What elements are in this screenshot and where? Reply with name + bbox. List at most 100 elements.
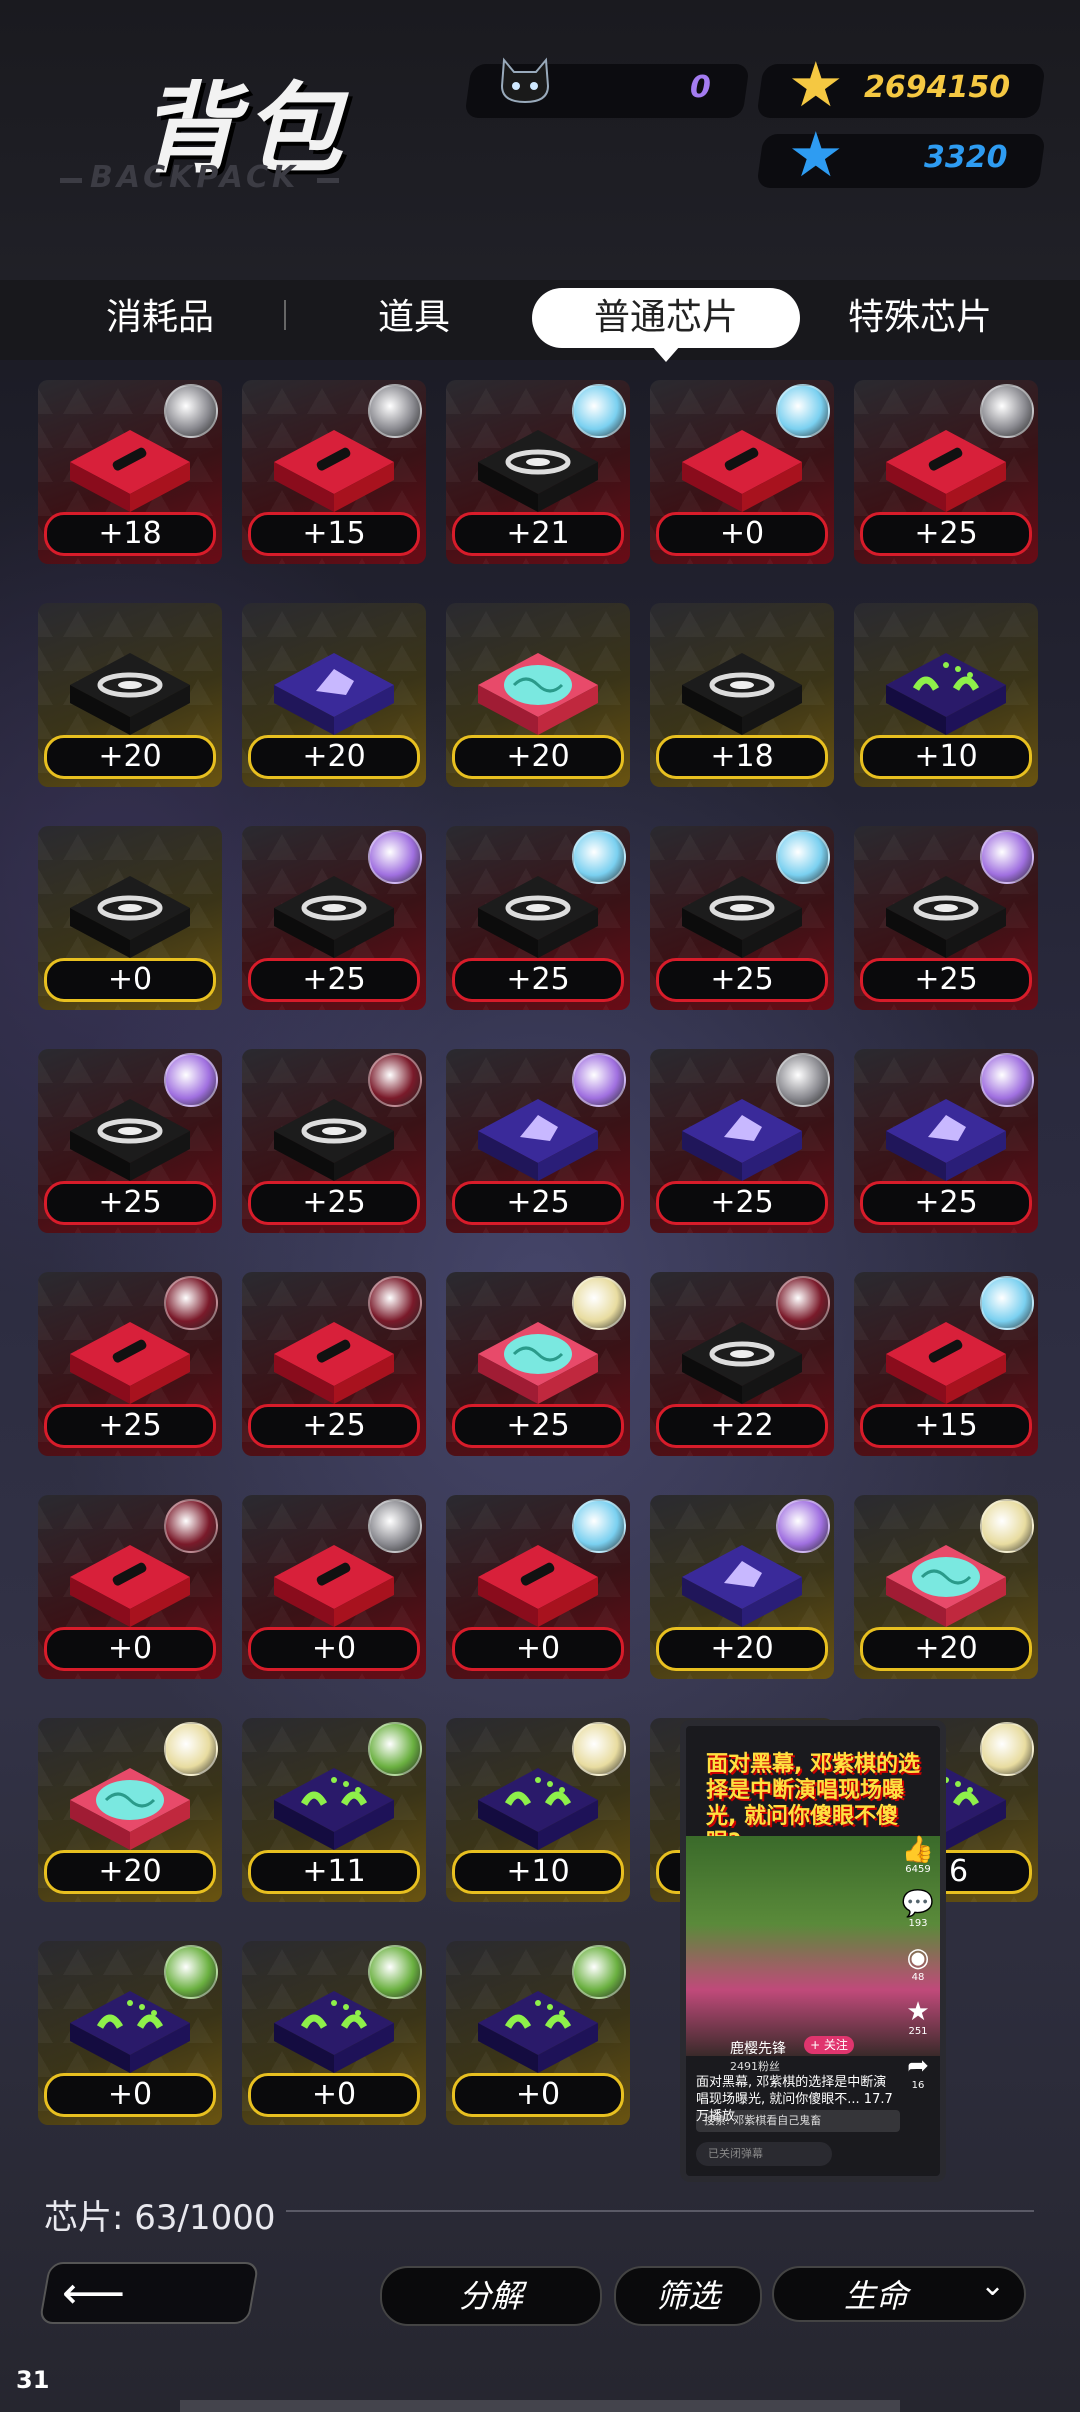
- favorite-stat[interactable]: ★ 251: [900, 1998, 936, 2037]
- bottom-strip: [180, 2400, 900, 2412]
- chip-card[interactable]: +25: [242, 1049, 426, 1233]
- like-stat[interactable]: 👍 6459: [900, 1836, 936, 1875]
- chip-card[interactable]: +25: [650, 826, 834, 1010]
- chip-level-label: +25: [452, 1181, 624, 1225]
- chip-card[interactable]: +0: [38, 1941, 222, 2125]
- chip-level-label: +0: [248, 1627, 420, 1671]
- chip-card[interactable]: +25: [38, 1272, 222, 1456]
- chip-card[interactable]: +25: [242, 1272, 426, 1456]
- chip-level-label: +15: [248, 512, 420, 556]
- chip-card[interactable]: +21: [446, 380, 630, 564]
- comment-input[interactable]: 已关闭弹幕: [696, 2142, 832, 2166]
- chip-level-label: +25: [860, 958, 1032, 1002]
- blonde-badge: [980, 1722, 1034, 1776]
- purple-badge: [368, 830, 422, 884]
- crimson-badge: [368, 1276, 422, 1330]
- wave-icon: [876, 643, 1016, 743]
- like-icon: 👍: [901, 1835, 935, 1865]
- chip-card[interactable]: +20: [38, 603, 222, 787]
- chip-card[interactable]: +11: [242, 1718, 426, 1902]
- chip-count: 芯片: 63/1000: [44, 2198, 276, 2238]
- chip-card[interactable]: +25: [854, 380, 1038, 564]
- chip-card[interactable]: +0: [446, 1495, 630, 1679]
- chip-card[interactable]: +20: [650, 1495, 834, 1679]
- chip-card[interactable]: +20: [854, 1495, 1038, 1679]
- chip-level-label: +20: [452, 735, 624, 779]
- chip-card[interactable]: +10: [446, 1718, 630, 1902]
- green-badge: [368, 1945, 422, 1999]
- chip-card[interactable]: +20: [446, 603, 630, 787]
- chip-level-label: +18: [44, 512, 216, 556]
- chip-level-label: +25: [860, 512, 1032, 556]
- chip-level-label: +25: [248, 1181, 420, 1225]
- chip-card[interactable]: +10: [854, 603, 1038, 787]
- chip-card[interactable]: +15: [854, 1272, 1038, 1456]
- chip-level-label: +20: [860, 1627, 1032, 1671]
- chip-level-label: +20: [248, 735, 420, 779]
- chip-level-label: +25: [452, 1404, 624, 1448]
- chip-card[interactable]: +0: [242, 1941, 426, 2125]
- chip-card[interactable]: +25: [446, 1049, 630, 1233]
- chip-level-label: +25: [656, 1181, 828, 1225]
- chip-level-label: +25: [656, 958, 828, 1002]
- video-author[interactable]: 鹿樱先锋: [730, 2038, 786, 2058]
- ice-badge: [980, 1276, 1034, 1330]
- filter-button[interactable]: 筛选: [614, 2266, 762, 2326]
- chip-card[interactable]: +22: [650, 1272, 834, 1456]
- vortex-icon: [60, 643, 200, 743]
- favorite-icon: ★: [906, 1997, 930, 2027]
- chip-card[interactable]: +25: [38, 1049, 222, 1233]
- chevron-down-icon[interactable]: ⌄: [980, 2268, 1005, 2303]
- blonde-badge: [980, 1499, 1034, 1553]
- tab-special-chips[interactable]: 特殊芯片: [810, 280, 1030, 360]
- coin-stat[interactable]: ◉ 48: [900, 1944, 936, 1983]
- tab-consumables[interactable]: 消耗品: [60, 280, 260, 360]
- chip-card[interactable]: +20: [38, 1718, 222, 1902]
- chip-card[interactable]: +0: [38, 1495, 222, 1679]
- video-search[interactable]: 搜索: 邓紫棋看自己鬼畜: [696, 2110, 900, 2132]
- header-bar: 背包 BACKPACK 0 ★ 2694150 ★ 3320: [0, 0, 1080, 280]
- active-tab-pointer: [652, 346, 680, 362]
- blue-star-value: 3320: [924, 140, 1008, 175]
- chip-level-label: +25: [248, 958, 420, 1002]
- decompose-button[interactable]: 分解: [380, 2266, 602, 2326]
- comment-stat[interactable]: 💬 193: [900, 1890, 936, 1929]
- crimson-badge: [164, 1276, 218, 1330]
- ice-badge: [572, 830, 626, 884]
- chip-card[interactable]: +25: [446, 1272, 630, 1456]
- chip-card[interactable]: +0: [650, 380, 834, 564]
- tab-items[interactable]: 道具: [314, 280, 514, 360]
- crimson-badge: [164, 1499, 218, 1553]
- chip-card[interactable]: +25: [854, 1049, 1038, 1233]
- chip-level-label: +0: [452, 2073, 624, 2117]
- mecha-badge: [368, 1499, 422, 1553]
- video-overlay[interactable]: 面对黑幕, 邓紫棋的选择是中断演唱现场曝光, 就问你傻眼不傻眼? 👍6459 💬…: [680, 1720, 946, 2182]
- share-stat[interactable]: ➦ 16: [900, 2052, 936, 2091]
- chip-card[interactable]: +18: [650, 603, 834, 787]
- chip-card[interactable]: +18: [38, 380, 222, 564]
- chip-card[interactable]: +15: [242, 380, 426, 564]
- chip-level-label: +25: [248, 1404, 420, 1448]
- back-arrow-icon[interactable]: ⟵: [62, 2268, 125, 2319]
- chip-card[interactable]: +0: [242, 1495, 426, 1679]
- crimson-badge: [368, 1053, 422, 1107]
- chip-card[interactable]: +25: [446, 826, 630, 1010]
- chip-level-label: +18: [656, 735, 828, 779]
- follow-button[interactable]: + 关注: [804, 2036, 854, 2054]
- chip-level-label: +25: [860, 1181, 1032, 1225]
- gold-star-value: 2694150: [864, 70, 1011, 105]
- chip-card[interactable]: +0: [38, 826, 222, 1010]
- chip-card[interactable]: +25: [854, 826, 1038, 1010]
- chip-card[interactable]: +0: [446, 1941, 630, 2125]
- chip-level-label: +11: [248, 1850, 420, 1894]
- chip-card[interactable]: +20: [242, 603, 426, 787]
- tab-bar: 消耗品 道具 普通芯片 特殊芯片: [0, 280, 1080, 360]
- blue-star-icon: ★: [788, 118, 844, 191]
- page-number: 31: [16, 2366, 50, 2394]
- chip-level-label: +0: [248, 2073, 420, 2117]
- chip-card[interactable]: +25: [242, 826, 426, 1010]
- chip-card[interactable]: +25: [650, 1049, 834, 1233]
- cat-token-icon: [500, 57, 550, 104]
- tab-normal-chips[interactable]: 普通芯片: [532, 288, 800, 348]
- chip-level-label: +20: [44, 735, 216, 779]
